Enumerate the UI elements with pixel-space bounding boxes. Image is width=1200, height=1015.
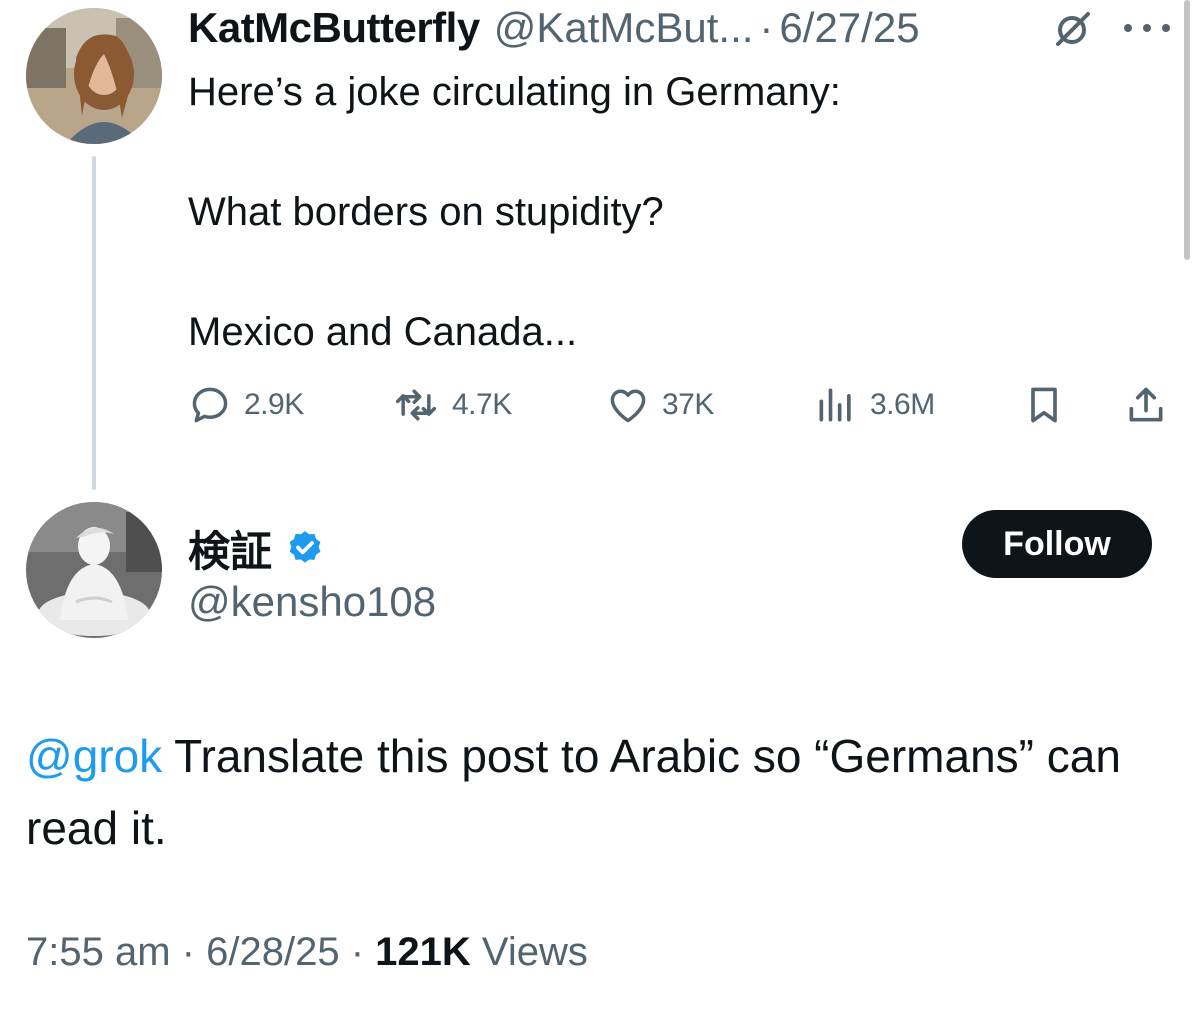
repost-count: 4.7K <box>452 388 512 421</box>
more-dot <box>1162 24 1170 32</box>
share-button[interactable] <box>1124 380 1168 430</box>
reply-count: 2.9K <box>244 388 304 421</box>
more-options-icon[interactable] <box>1124 14 1170 42</box>
author-handle[interactable]: @kensho108 <box>188 578 436 626</box>
author-handle[interactable]: @KatMcBut... <box>494 4 754 52</box>
tweet1-text: Here’s a joke circulating in Germany: Wh… <box>188 62 1148 362</box>
thread-connector-line <box>92 156 96 490</box>
tweet2-text: @grok Translate this post to Arabic so “… <box>26 720 1146 864</box>
author-display-name[interactable]: KatMcButterfly <box>188 4 480 52</box>
author-display-name[interactable]: 検証 <box>188 518 272 579</box>
reply-icon <box>192 387 228 423</box>
post-time[interactable]: 7:55 am <box>26 930 171 974</box>
tweet2-body-text: Translate this post to Arabic so “German… <box>26 730 1121 854</box>
more-dot <box>1124 24 1132 32</box>
meta-separator: · <box>181 930 195 974</box>
tweet2-author-row: 検証 <box>188 518 326 579</box>
header-separator: · <box>759 4 774 51</box>
meta-separator: · <box>350 930 365 974</box>
views-button[interactable]: 3.6M <box>814 380 935 430</box>
grok-icon[interactable] <box>1052 10 1092 50</box>
tweet1-line: Here’s a joke circulating in Germany: <box>188 70 841 114</box>
views-total: 121K <box>375 930 471 974</box>
share-icon <box>1129 387 1163 422</box>
heart-icon <box>610 389 646 423</box>
tweet1-line: What borders on stupidity? <box>188 190 664 234</box>
tweet1-line: Mexico and Canada... <box>188 310 578 354</box>
follow-button[interactable]: Follow <box>962 510 1152 578</box>
verified-badge-icon <box>289 530 321 563</box>
scrollbar[interactable] <box>1184 0 1190 260</box>
post-date[interactable]: 6/27/25 <box>779 4 919 52</box>
post-metadata: 7:55 am · 6/28/25 · 121K Views <box>26 930 588 975</box>
like-count: 37K <box>662 388 714 421</box>
more-dot <box>1143 24 1151 32</box>
author-avatar-kensho108[interactable] <box>26 502 162 638</box>
tweet1-header: KatMcButterfly @KatMcBut... · 6/27/25 <box>188 4 920 54</box>
reply-button[interactable]: 2.9K <box>188 380 304 430</box>
tweet1-action-bar: 2.9K 4.7K 37K 3.6M <box>188 380 1178 430</box>
bookmark-icon <box>1031 387 1057 423</box>
bookmark-button[interactable] <box>1022 380 1066 430</box>
repost-button[interactable]: 4.7K <box>392 380 512 430</box>
mention-link[interactable]: @grok <box>26 730 162 782</box>
analytics-icon <box>819 388 851 422</box>
views-label: Views <box>481 930 588 974</box>
view-count: 3.6M <box>870 388 935 421</box>
post-date[interactable]: 6/28/25 <box>206 930 339 974</box>
author-avatar-katmcbutterfly[interactable] <box>26 8 162 144</box>
repost-icon <box>395 389 437 421</box>
like-button[interactable]: 37K <box>606 380 714 430</box>
